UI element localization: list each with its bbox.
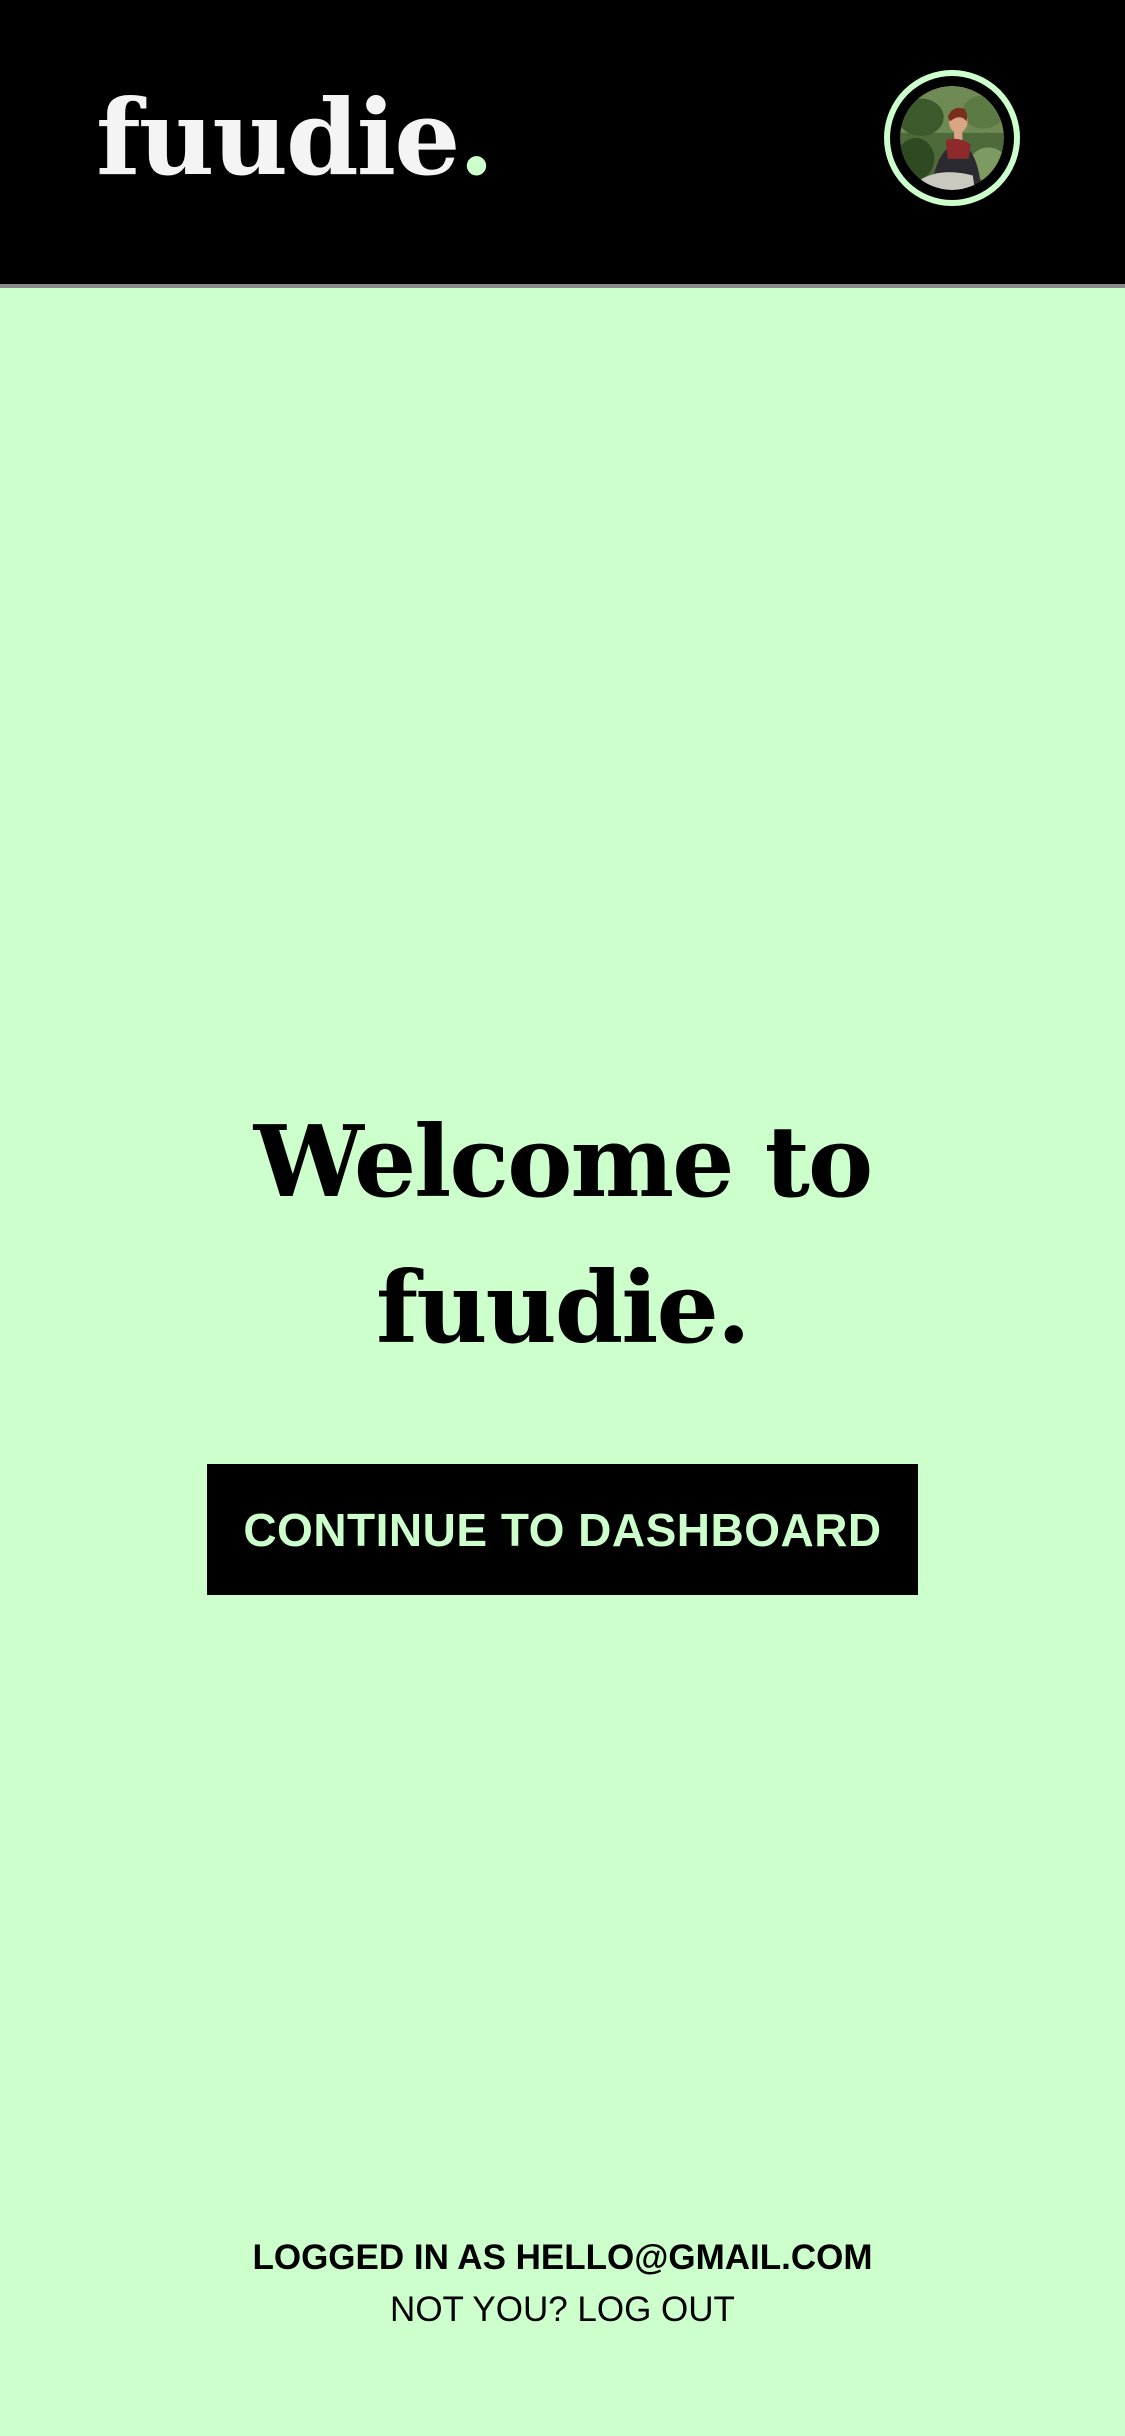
avatar[interactable] xyxy=(884,70,1020,206)
avatar-photo xyxy=(900,86,1004,190)
welcome-line-2: fuudie. xyxy=(376,1251,751,1366)
logout-link[interactable]: NOT YOU? LOG OUT xyxy=(390,2284,735,2336)
welcome-heading: Welcome to fuudie. xyxy=(0,1090,1125,1382)
logo-text: fuudie xyxy=(96,76,460,199)
continue-to-dashboard-button[interactable]: CONTINUE TO DASHBOARD xyxy=(207,1464,918,1595)
logo-dot: . xyxy=(458,76,494,199)
welcome-line-1: Welcome to xyxy=(253,1105,873,1220)
brand-logo[interactable]: fuudie. xyxy=(96,86,495,190)
app-header: fuudie. xyxy=(0,0,1125,288)
logged-in-status: LOGGED IN AS HELLO@GMAIL.COM xyxy=(252,2238,873,2277)
session-footer: LOGGED IN AS HELLO@GMAIL.COM NOT YOU? LO… xyxy=(0,2232,1125,2336)
